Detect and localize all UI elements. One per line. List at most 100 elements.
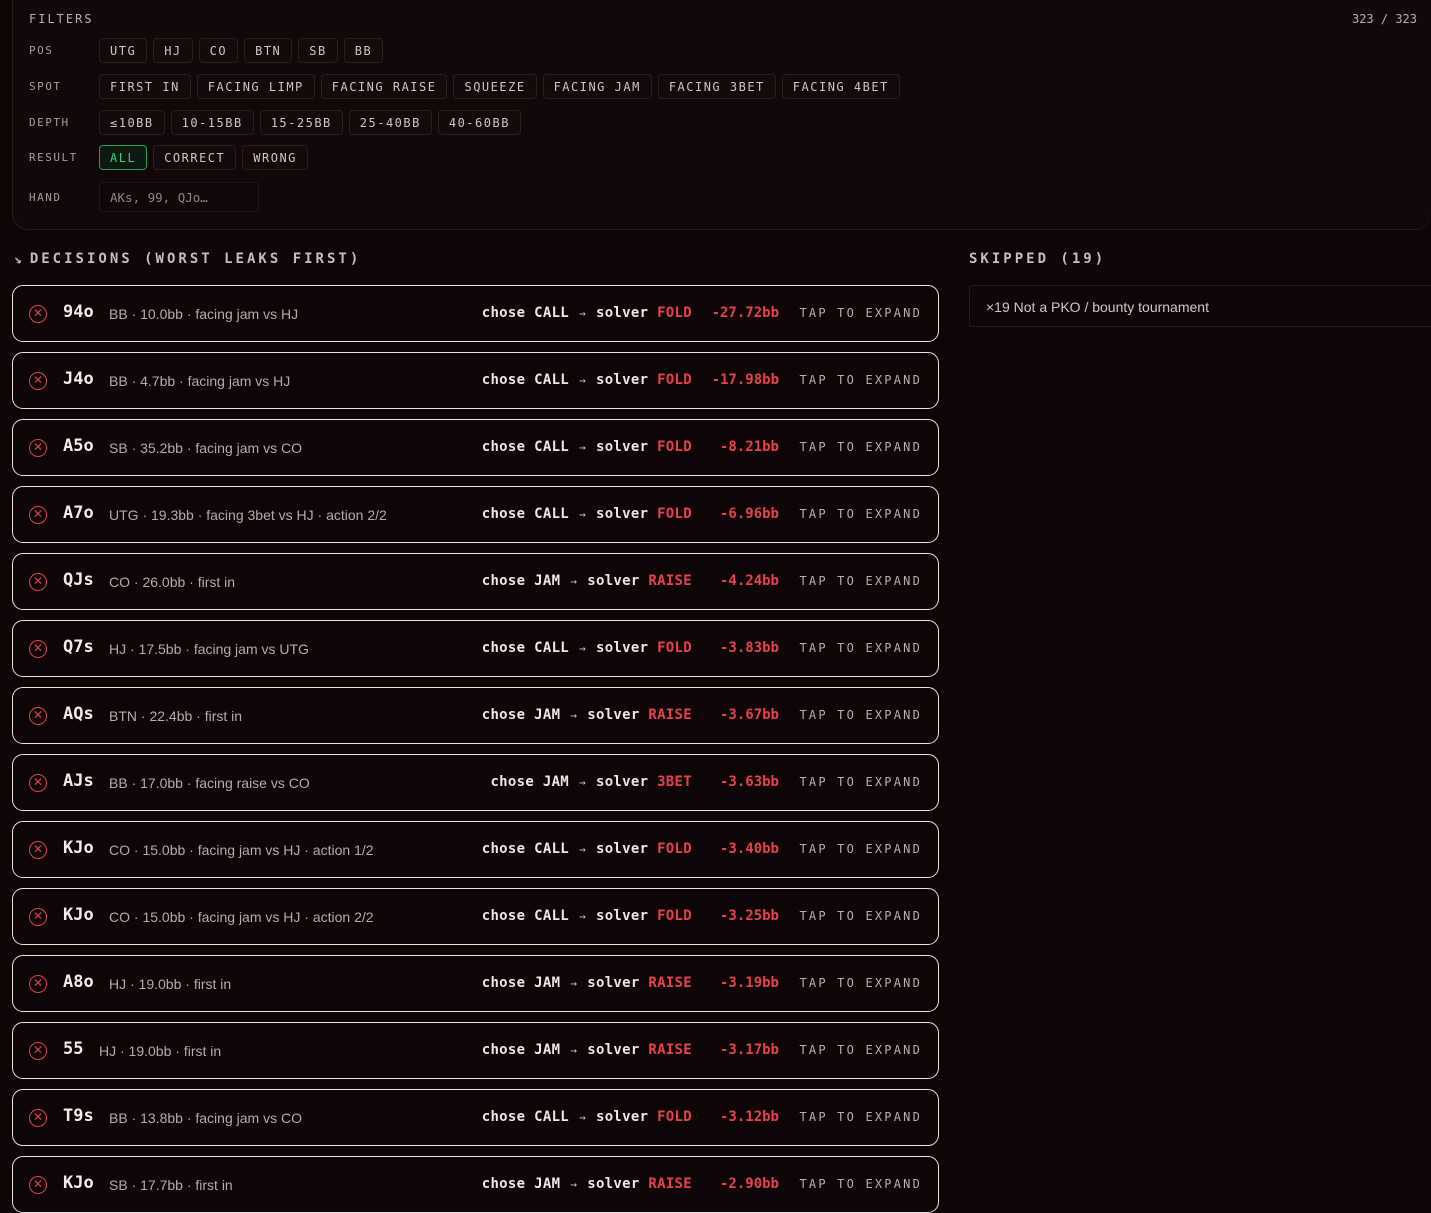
solver-label: solver bbox=[595, 506, 649, 522]
filter-chip-pos-btn[interactable]: BTN bbox=[244, 38, 293, 63]
chosen-action: CALL bbox=[534, 640, 570, 656]
tap-to-expand[interactable]: TAP TO EXPAND bbox=[799, 1110, 922, 1124]
chosen-action: JAM bbox=[534, 1042, 561, 1058]
ev-loss: -3.25bb bbox=[719, 908, 779, 924]
tap-to-expand[interactable]: TAP TO EXPAND bbox=[799, 1177, 922, 1191]
filter-chip-result-wrong[interactable]: WRONG bbox=[242, 145, 308, 170]
filter-label-result: RESULT bbox=[29, 151, 78, 164]
decision-comparison: chose CALL → solver FOLD bbox=[482, 1109, 692, 1125]
tap-to-expand[interactable]: TAP TO EXPAND bbox=[799, 507, 922, 521]
arrow-right-icon: → bbox=[579, 843, 586, 856]
tap-to-expand[interactable]: TAP TO EXPAND bbox=[799, 976, 922, 990]
filter-label-depth: DEPTH bbox=[29, 116, 70, 129]
solver-action: FOLD bbox=[657, 439, 692, 455]
filter-chip-spot-first-in[interactable]: FIRST IN bbox=[99, 74, 191, 99]
filter-label-hand: HAND bbox=[29, 190, 62, 204]
filter-chip-spot-facing-4bet[interactable]: FACING 4BET bbox=[781, 74, 900, 99]
solver-label: solver bbox=[595, 908, 649, 924]
chosen-action: CALL bbox=[534, 372, 570, 388]
hand-label: AQs bbox=[63, 704, 94, 724]
tap-to-expand[interactable]: TAP TO EXPAND bbox=[799, 1043, 922, 1057]
decision-row[interactable]: ✕ AQs BTN · 22.4bb · first in chose JAM → sol… bbox=[12, 687, 939, 744]
hand-label: A5o bbox=[63, 436, 94, 456]
decision-row[interactable]: ✕ A8o HJ · 19.0bb · first in chose JAM → solv… bbox=[12, 955, 939, 1012]
solver-action: FOLD bbox=[657, 305, 692, 321]
decision-context: HJ · 17.5bb · facing jam vs UTG bbox=[109, 641, 309, 657]
chose-label: chose bbox=[481, 1176, 526, 1192]
filter-chip-depth--10bb[interactable]: ≤10BB bbox=[99, 110, 165, 135]
tap-to-expand[interactable]: TAP TO EXPAND bbox=[799, 440, 922, 454]
ev-loss: -4.24bb bbox=[719, 573, 779, 589]
chosen-action: JAM bbox=[534, 975, 561, 991]
decision-row[interactable]: ✕ KJo CO · 15.0bb · facing jam vs HJ · act… bbox=[12, 821, 939, 878]
filter-chip-depth-10-15bb[interactable]: 10-15BB bbox=[170, 110, 254, 135]
solver-label: solver bbox=[595, 305, 649, 321]
arrow-right-icon: → bbox=[570, 709, 578, 722]
solver-action: RAISE bbox=[648, 573, 692, 589]
decision-row[interactable]: ✕ AJs BB · 17.0bb · facing raise vs CO chos… bbox=[12, 754, 939, 811]
decision-row[interactable]: ✕ 55 HJ · 19.0bb · first in chose JAM → solve… bbox=[12, 1022, 939, 1079]
decision-context: BB · 10.0bb · facing jam vs HJ bbox=[109, 306, 299, 322]
filter-chip-pos-utg[interactable]: UTG bbox=[99, 38, 148, 63]
decision-comparison: chose CALL → solver FOLD bbox=[482, 506, 692, 522]
ev-loss: -8.21bb bbox=[719, 439, 779, 455]
filter-row-depth: DEPTH ≤10BB 10-15BB 15-25BB 25-40BB 40-60BB bbox=[29, 110, 521, 135]
decision-row[interactable]: ✕ KJo CO · 15.0bb · facing jam vs HJ · act… bbox=[12, 888, 939, 945]
decision-context: SB · 17.7bb · first in bbox=[109, 1177, 233, 1193]
solver-label: solver bbox=[595, 841, 649, 857]
filter-chip-spot-facing-limp[interactable]: FACING LIMP bbox=[196, 74, 315, 99]
tap-to-expand[interactable]: TAP TO EXPAND bbox=[799, 909, 922, 923]
arrow-right-icon: → bbox=[579, 642, 586, 655]
filter-chip-depth-40-60bb[interactable]: 40-60BB bbox=[437, 110, 521, 135]
chose-label: chose bbox=[481, 841, 526, 857]
chosen-action: CALL bbox=[534, 1109, 570, 1125]
wrong-x-icon: ✕ bbox=[29, 774, 47, 792]
filters-panel: FILTERS 323 / 323 POS UTG HJ CO BTN SB BB SPO… bbox=[12, 0, 1431, 230]
filter-chip-depth-25-40bb[interactable]: 25-40BB bbox=[348, 110, 432, 135]
filter-chip-pos-bb[interactable]: BB bbox=[343, 38, 384, 63]
filter-chip-spot-squeeze[interactable]: SQUEEZE bbox=[453, 74, 537, 99]
decision-comparison: chose JAM → solver RAISE bbox=[482, 573, 692, 589]
decision-row[interactable]: ✕ KJo SB · 17.7bb · first in chose JAM → solv… bbox=[12, 1156, 939, 1213]
decision-row[interactable]: ✕ QJs CO · 26.0bb · first in chose JAM → solv… bbox=[12, 553, 939, 610]
decision-comparison: chose CALL → solver FOLD bbox=[482, 841, 692, 857]
filter-chip-spot-facing-jam[interactable]: FACING JAM bbox=[542, 74, 652, 99]
filter-chip-spot-facing-3bet[interactable]: FACING 3BET bbox=[657, 74, 776, 99]
tap-to-expand[interactable]: TAP TO EXPAND bbox=[799, 708, 922, 722]
chosen-action: CALL bbox=[534, 305, 570, 321]
filter-chip-pos-co[interactable]: CO bbox=[198, 38, 239, 63]
tap-to-expand[interactable]: TAP TO EXPAND bbox=[799, 574, 922, 588]
filter-chip-pos-hj[interactable]: HJ bbox=[153, 38, 193, 63]
hand-label: A7o bbox=[63, 503, 94, 523]
tap-to-expand[interactable]: TAP TO EXPAND bbox=[799, 306, 922, 320]
decision-row[interactable]: ✕ J4o BB · 4.7bb · facing jam vs HJ chose C… bbox=[12, 352, 939, 409]
filter-chip-spot-facing-raise[interactable]: FACING RAISE bbox=[320, 74, 448, 99]
chose-label: chose bbox=[490, 774, 535, 790]
tap-to-expand[interactable]: TAP TO EXPAND bbox=[799, 641, 922, 655]
filter-chip-result-all[interactable]: ALL bbox=[99, 145, 148, 170]
solver-action: FOLD bbox=[657, 841, 692, 857]
ev-loss: -6.96bb bbox=[719, 506, 779, 522]
arrow-right-icon: → bbox=[579, 374, 586, 387]
filter-chip-depth-15-25bb[interactable]: 15-25BB bbox=[259, 110, 343, 135]
arrow-right-icon: → bbox=[579, 508, 586, 521]
hand-search-input[interactable] bbox=[99, 182, 259, 212]
solver-label: solver bbox=[587, 707, 640, 723]
decision-context: SB · 35.2bb · facing jam vs CO bbox=[109, 440, 302, 456]
filter-chip-pos-sb[interactable]: SB bbox=[298, 38, 338, 63]
tap-to-expand[interactable]: TAP TO EXPAND bbox=[799, 842, 922, 856]
filter-chip-result-correct[interactable]: CORRECT bbox=[153, 145, 237, 170]
skipped-title: SKIPPED (19) bbox=[969, 251, 1107, 267]
tap-to-expand[interactable]: TAP TO EXPAND bbox=[799, 373, 922, 387]
decision-row[interactable]: ✕ T9s BB · 13.8bb · facing jam vs CO chose … bbox=[12, 1089, 939, 1146]
solver-action: RAISE bbox=[648, 707, 692, 723]
solver-label: solver bbox=[587, 573, 640, 589]
decision-context: BTN · 22.4bb · first in bbox=[109, 708, 243, 724]
tap-to-expand[interactable]: TAP TO EXPAND bbox=[799, 775, 922, 789]
decision-row[interactable]: ✕ 94o BB · 10.0bb · facing jam vs HJ chose … bbox=[12, 285, 939, 342]
decision-row[interactable]: ✕ Q7s HJ · 17.5bb · facing jam vs UTG chose… bbox=[12, 620, 939, 677]
ev-loss: -17.98bb bbox=[711, 372, 779, 388]
chose-label: chose bbox=[481, 305, 526, 321]
decision-row[interactable]: ✕ A5o SB · 35.2bb · facing jam vs CO chose … bbox=[12, 419, 939, 476]
decision-row[interactable]: ✕ A7o UTG · 19.3bb · facing 3bet vs HJ · a… bbox=[12, 486, 939, 543]
